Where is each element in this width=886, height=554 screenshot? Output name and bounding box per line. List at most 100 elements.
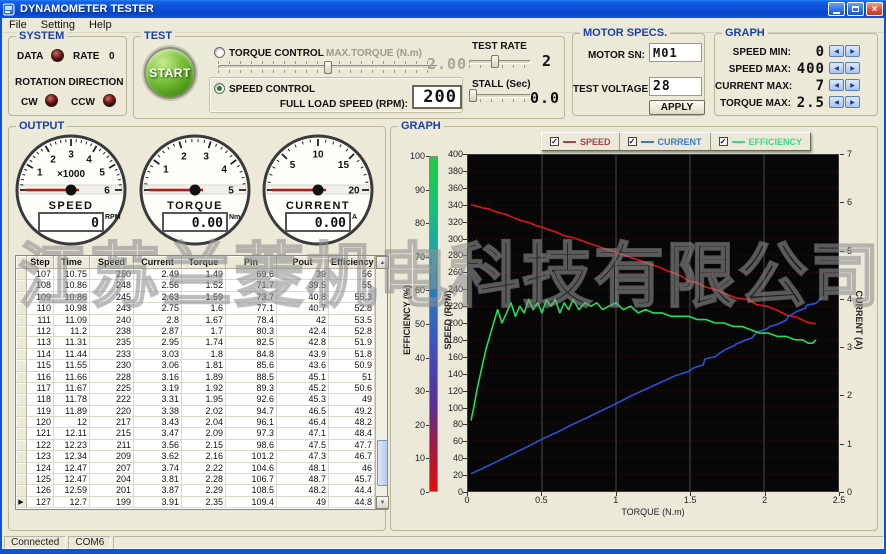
table-header-speed[interactable]: Speed: [90, 256, 134, 269]
stall-slider[interactable]: [469, 93, 531, 102]
axis-tick: [426, 458, 429, 459]
current-axis-title: CURRENT (A): [854, 268, 864, 372]
table-cell: 1.52: [182, 280, 226, 291]
table-row[interactable]: 11211.22382.871.780.342.452.8: [16, 326, 375, 337]
table-header-time[interactable]: Time: [54, 256, 90, 269]
data-label: DATA: [17, 51, 43, 62]
row-marker: ▶: [16, 497, 27, 508]
spin-left-icon[interactable]: ◀: [829, 79, 844, 91]
axis-tick: [426, 290, 429, 291]
table-cell: 201: [90, 485, 134, 496]
test-voltage-input[interactable]: 28: [649, 77, 702, 96]
restore-button[interactable]: [847, 2, 864, 16]
title-bar: DYNAMOMETER TESTER ×: [0, 0, 886, 18]
table-row[interactable]: 12212.232113.562.1598.647.547.7: [16, 440, 375, 451]
speed-tick-label: 280: [437, 250, 463, 260]
test-rate-slider-thumb[interactable]: [491, 55, 499, 68]
table-row[interactable]: ▶12712.71993.912.35109.44944.8: [16, 497, 375, 508]
table-row[interactable]: 10710.752502.491.4969.63956: [16, 269, 375, 280]
table-row[interactable]: 11911.892203.382.0294.746.549.2: [16, 406, 375, 417]
table-row[interactable]: 11611.662283.161.8988.545.151: [16, 372, 375, 383]
table-row[interactable]: 12112.112153.472.0997.347.148.4: [16, 428, 375, 439]
current-checkbox[interactable]: ✓: [628, 137, 637, 146]
stall-label: STALL (Sec): [472, 79, 531, 90]
svg-text:1: 1: [37, 168, 43, 179]
max-torque-slider[interactable]: [218, 61, 438, 73]
table-row[interactable]: 11711.672253.191.9289.345.250.6: [16, 383, 375, 394]
table-cell: 211: [90, 440, 134, 451]
table-cell: 42: [277, 315, 329, 326]
max-torque-slider-thumb[interactable]: [324, 61, 332, 74]
current-tick-label: 1: [847, 439, 865, 449]
table-row[interactable]: 12412.472073.742.22104.648.146: [16, 463, 375, 474]
motor-sn-input[interactable]: M01: [649, 43, 702, 62]
speed-tick-label: 380: [437, 166, 463, 176]
table-cell: 12.59: [54, 485, 90, 496]
current-tick-label: 3: [847, 342, 865, 352]
table-cell: 3.56: [134, 440, 182, 451]
spin-right-icon[interactable]: ▶: [845, 96, 860, 108]
scroll-up-icon[interactable]: ▲: [376, 256, 389, 269]
table-row[interactable]: 11811.782223.311.9592.645.349: [16, 394, 375, 405]
table-row[interactable]: 120122173.432.0496.146.448.2: [16, 417, 375, 428]
table-cell: 215: [90, 428, 134, 439]
axis-tick: [840, 444, 844, 445]
table-header-pout[interactable]: Pout: [277, 256, 329, 269]
ccw-label: CCW: [71, 97, 95, 108]
table-row[interactable]: 10810.862482.561.5271.739.555: [16, 280, 375, 291]
minimize-button[interactable]: [828, 2, 845, 16]
spin-right-icon[interactable]: ▶: [845, 45, 860, 57]
max-torque-label: MAX.TORQUE (N.m): [326, 48, 422, 59]
table-cell: 112: [27, 326, 54, 337]
slider-ticks: [469, 65, 531, 68]
start-button[interactable]: START: [144, 47, 196, 99]
table-row[interactable]: 12512.472043.812.28106.748.745.7: [16, 474, 375, 485]
table-scrollbar[interactable]: ▲ ▼: [375, 256, 387, 509]
spin-left-icon[interactable]: ◀: [829, 62, 844, 74]
scroll-down-icon[interactable]: ▼: [376, 496, 389, 509]
table-row[interactable]: 11311.312352.951.7482.542.851.9: [16, 337, 375, 348]
speed-tick-label: 360: [437, 183, 463, 193]
spin-right-icon[interactable]: ▶: [845, 62, 860, 74]
row-marker: [16, 451, 27, 462]
table-row[interactable]: 11010.982432.751.677.140.752.8: [16, 303, 375, 314]
table-header-torque[interactable]: Torque: [182, 256, 226, 269]
spin-left-icon[interactable]: ◀: [829, 96, 844, 108]
table-cell: 2.56: [134, 280, 182, 291]
table-header-step[interactable]: Step: [27, 256, 54, 269]
table-row[interactable]: 10910.862452.631.5973.740.855.3: [16, 292, 375, 303]
spin-left-icon[interactable]: ◀: [829, 45, 844, 57]
efficiency-checkbox[interactable]: ✓: [719, 137, 728, 146]
table-cell: 55: [329, 280, 375, 291]
speed-checkbox[interactable]: ✓: [550, 137, 559, 146]
table-cell: 51.8: [329, 349, 375, 360]
table-row[interactable]: 11111.092402.81.6778.44253.5: [16, 315, 375, 326]
apply-button[interactable]: APPLY: [649, 100, 705, 115]
table-cell: 2.95: [134, 337, 182, 348]
table-cell: 11.31: [54, 337, 90, 348]
table-row[interactable]: 11411.442333.031.884.843.951.8: [16, 349, 375, 360]
scroll-thumb[interactable]: [377, 440, 388, 486]
table-header-current[interactable]: Current: [134, 256, 182, 269]
axis-tick: [840, 202, 844, 203]
speed-tick-label: 60: [437, 436, 463, 446]
test-rate-slider[interactable]: [469, 59, 531, 68]
menu-help[interactable]: Help: [82, 19, 119, 31]
table-row[interactable]: 11511.552303.061.8185.643.650.9: [16, 360, 375, 371]
speed-control-radio[interactable]: [214, 83, 225, 94]
table-row[interactable]: 12312.342093.622.16101.247.346.7: [16, 451, 375, 462]
table-cell: 50.6: [329, 383, 375, 394]
table-header-efficiency[interactable]: Efficiency: [329, 256, 375, 269]
speed-line-swatch: [563, 141, 576, 143]
row-marker: [16, 360, 27, 371]
close-button[interactable]: ×: [866, 2, 883, 16]
rotation-direction-label: ROTATION DIRECTION: [15, 77, 124, 88]
table-row[interactable]: 12612.592013.872.29108.548.244.4: [16, 485, 375, 496]
table-cell: 94.7: [226, 406, 277, 417]
axis-tick: [463, 458, 467, 459]
table-header-pin[interactable]: Pin: [226, 256, 277, 269]
stall-slider-thumb[interactable]: [469, 89, 477, 102]
torque-control-radio[interactable]: [214, 47, 225, 58]
spin-right-icon[interactable]: ▶: [845, 79, 860, 91]
table-cell: 3.81: [134, 474, 182, 485]
